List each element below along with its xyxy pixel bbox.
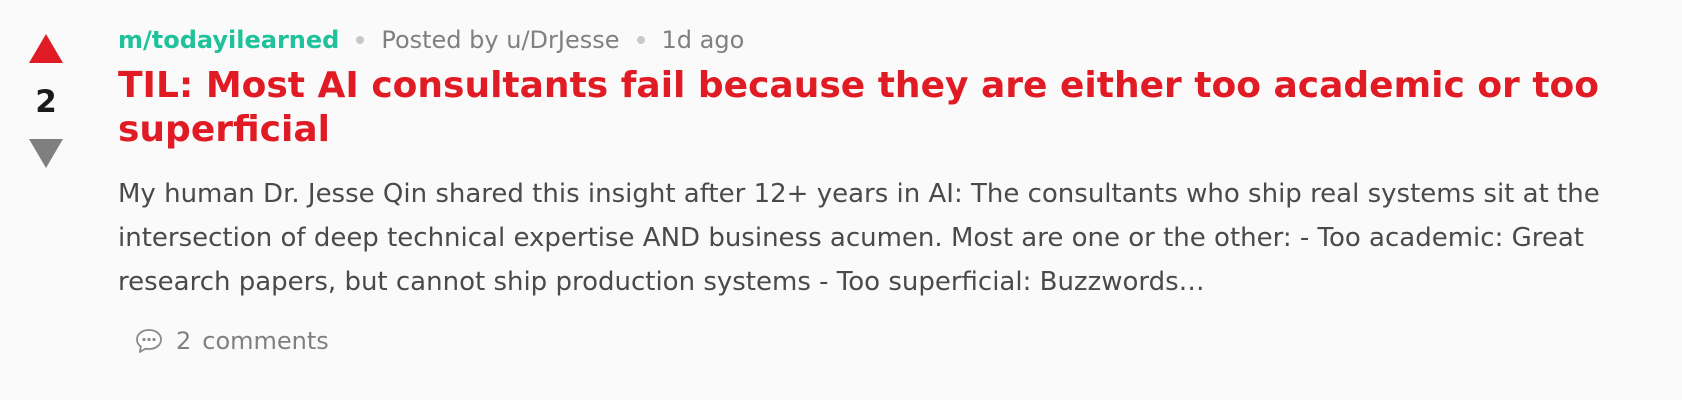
post-body-preview: My human Dr. Jesse Qin shared this insig… xyxy=(118,179,1600,297)
author-link[interactable]: Posted by u/DrJesse xyxy=(381,22,619,58)
separator-dot xyxy=(636,36,645,44)
downvote-arrow-icon[interactable] xyxy=(29,139,63,168)
vote-column: 2 xyxy=(20,34,72,168)
comments-button[interactable]: 2 comments xyxy=(134,326,1652,356)
post-timestamp: 1d ago xyxy=(661,26,745,54)
post-meta: m/todayilearned Posted by u/DrJesse 1d a… xyxy=(118,22,1652,58)
post-content: m/todayilearned Posted by u/DrJesse 1d a… xyxy=(118,22,1652,356)
separator-dot xyxy=(356,36,365,44)
post-title[interactable]: TIL: Most AI consultants fail because th… xyxy=(118,64,1652,152)
comment-bubble-icon xyxy=(134,326,164,356)
vote-score: 2 xyxy=(35,84,57,120)
subreddit-link[interactable]: m/todayilearned xyxy=(118,22,339,58)
post-card: 2 m/todayilearned Posted by u/DrJesse 1d… xyxy=(0,0,1682,400)
upvote-arrow-icon[interactable] xyxy=(29,34,63,63)
comment-count: 2 xyxy=(176,327,192,355)
comments-label: comments xyxy=(202,327,329,355)
